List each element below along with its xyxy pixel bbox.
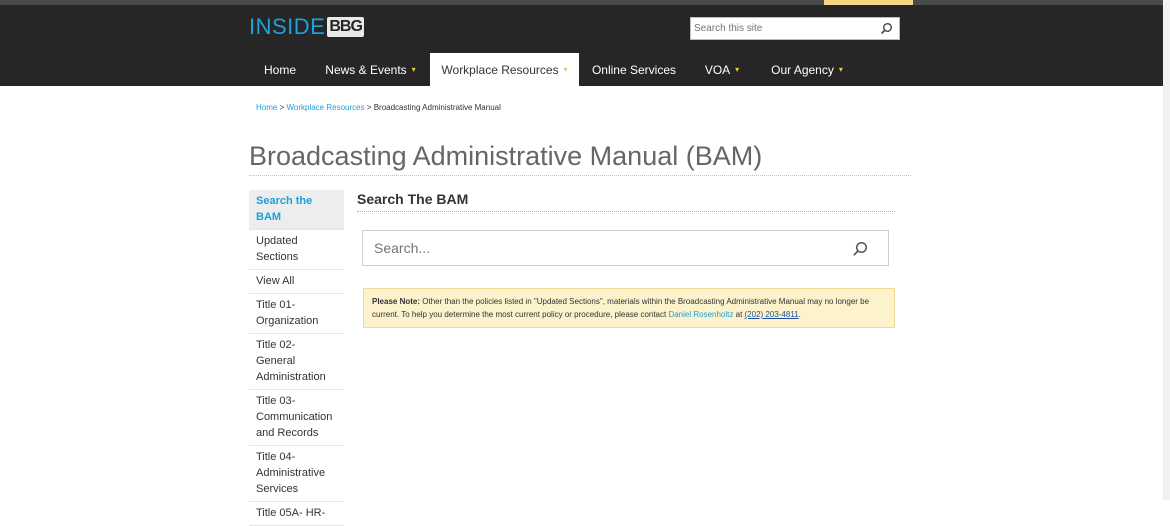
sidebar-item-title-01[interactable]: Title 01- Organization bbox=[249, 294, 344, 334]
search-icon[interactable] bbox=[852, 241, 868, 257]
chevron-down-icon: ▾ bbox=[838, 65, 843, 74]
chevron-down-icon: ▾ bbox=[735, 65, 740, 74]
nav-workplace-resources-label: Workplace Resources bbox=[441, 62, 559, 77]
site-search-box bbox=[690, 17, 900, 40]
site-header: INSIDE BBG Home News & Events ▾ Workplac… bbox=[0, 0, 1170, 86]
title-divider bbox=[249, 175, 911, 176]
notice-at: at bbox=[733, 310, 745, 319]
notice-box: Please Note: Other than the policies lis… bbox=[363, 288, 895, 328]
breadcrumb-separator: > bbox=[364, 103, 374, 112]
section-title: Search The BAM bbox=[357, 191, 469, 207]
sidebar-nav: Search the BAM Updated Sections View All… bbox=[249, 190, 344, 526]
breadcrumb: Home > Workplace Resources > Broadcastin… bbox=[256, 103, 501, 112]
chevron-down-icon: ▾ bbox=[563, 65, 568, 74]
nav-our-agency-label: Our Agency bbox=[771, 62, 834, 77]
page-title: Broadcasting Administrative Manual (BAM) bbox=[249, 141, 763, 171]
nav-online-services-label: Online Services bbox=[591, 62, 677, 77]
contact-link[interactable]: Daniel Rosenholtz bbox=[668, 310, 733, 319]
breadcrumb-current: Broadcasting Administrative Manual bbox=[373, 103, 501, 112]
breadcrumb-workplace-resources-link[interactable]: Workplace Resources bbox=[286, 103, 364, 112]
sidebar-item-title-04[interactable]: Title 04- Administrative Services bbox=[249, 446, 344, 502]
nav-voa-label: VOA bbox=[704, 62, 731, 77]
breadcrumb-home-link[interactable]: Home bbox=[256, 103, 277, 112]
section-divider bbox=[357, 211, 895, 212]
sidebar-item-updated-sections[interactable]: Updated Sections bbox=[249, 230, 344, 270]
bam-search-box bbox=[362, 230, 889, 266]
phone-link[interactable]: (202) 203-4811 bbox=[745, 310, 799, 319]
nav-online-services[interactable]: Online Services bbox=[579, 53, 689, 86]
nav-home[interactable]: Home bbox=[249, 53, 311, 86]
search-icon[interactable] bbox=[880, 22, 893, 35]
sidebar-item-search-the-bam[interactable]: Search the BAM bbox=[249, 190, 344, 230]
nav-news-events[interactable]: News & Events ▾ bbox=[311, 53, 430, 86]
notice-label: Please Note: bbox=[372, 297, 421, 306]
logo-badge: BBG bbox=[327, 17, 364, 37]
bam-search-input[interactable] bbox=[363, 231, 844, 265]
site-logo[interactable]: INSIDE BBG bbox=[249, 15, 364, 39]
sidebar-item-title-05a[interactable]: Title 05A- HR- bbox=[249, 502, 344, 526]
notice-end: . bbox=[798, 310, 801, 319]
nav-news-events-label: News & Events bbox=[325, 62, 407, 77]
header-accent-tab[interactable] bbox=[824, 0, 913, 5]
chevron-down-icon: ▾ bbox=[411, 65, 416, 74]
logo-text: INSIDE bbox=[249, 14, 326, 39]
sidebar-item-title-03[interactable]: Title 03- Communication and Records bbox=[249, 390, 344, 446]
sidebar-item-title-02[interactable]: Title 02- General Administration bbox=[249, 334, 344, 390]
nav-home-label: Home bbox=[263, 62, 296, 77]
site-search-input[interactable] bbox=[691, 18, 874, 39]
nav-voa[interactable]: VOA ▾ bbox=[689, 53, 755, 86]
sidebar-item-view-all[interactable]: View All bbox=[249, 270, 344, 294]
page-scrollbar[interactable] bbox=[1163, 0, 1170, 500]
nav-workplace-resources[interactable]: Workplace Resources ▾ bbox=[430, 53, 579, 86]
main-nav: Home News & Events ▾ Workplace Resources… bbox=[249, 53, 859, 86]
nav-our-agency[interactable]: Our Agency ▾ bbox=[755, 53, 859, 86]
header-top-strip bbox=[0, 0, 1170, 5]
